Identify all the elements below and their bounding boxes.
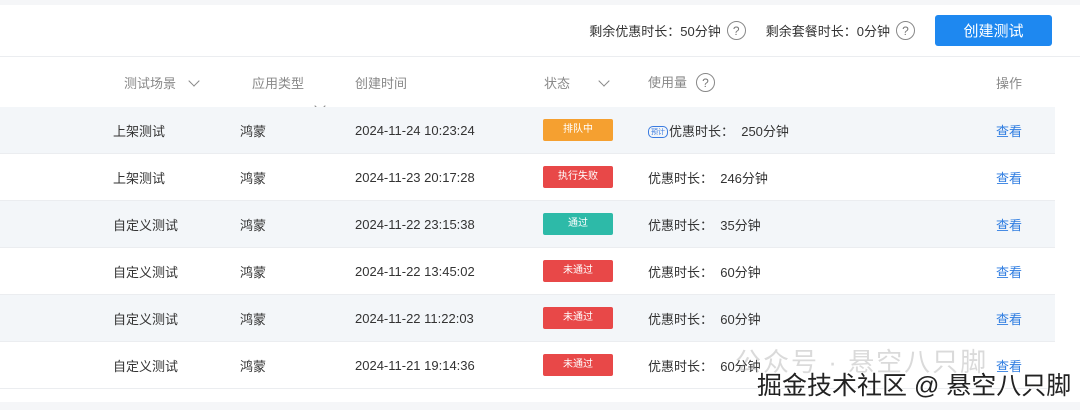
usage-cell: 预计 优惠时长： 250分钟 <box>648 121 789 140</box>
usage-text: 优惠时长： 250分钟 <box>669 123 789 139</box>
type-cell: 鸿蒙 <box>240 170 267 186</box>
view-link[interactable]: 查看 <box>996 121 1022 140</box>
juejin-watermark: 掘金技术社区 @ 悬空八只脚 <box>757 372 1072 400</box>
status-badge: 执行失败 <box>543 166 613 188</box>
column-usage: 使用量? <box>648 72 716 93</box>
type-cell: 鸿蒙 <box>240 123 267 139</box>
type-cell: 鸿蒙 <box>240 311 267 327</box>
scene-cell: 自定义测试 <box>113 264 179 280</box>
usage-cell: 优惠时长： 35分钟 <box>648 215 761 234</box>
table-row: 上架测试 鸿蒙 2024-11-24 10:23:24 排队中 预计 优惠时长： … <box>0 107 1055 154</box>
usage-text: 优惠时长： 60分钟 <box>648 311 761 327</box>
status-badge: 未通过 <box>543 307 613 329</box>
type-cell: 鸿蒙 <box>240 217 267 233</box>
view-link[interactable]: 查看 <box>996 168 1022 187</box>
time-cell: 2024-11-22 11:22:03 <box>355 310 474 326</box>
scene-cell: 自定义测试 <box>113 311 179 327</box>
chevron-down-icon <box>598 74 610 87</box>
top-bar: 剩余优惠时长：50分钟? 剩余套餐时长：0分钟? 创建测试 <box>0 5 1080 57</box>
help-icon[interactable]: ? <box>726 21 746 40</box>
column-status-filter[interactable]: 状态 <box>544 73 610 92</box>
column-action-label: 操作 <box>996 75 1023 91</box>
type-cell: 鸿蒙 <box>240 264 267 280</box>
view-link[interactable]: 查看 <box>996 215 1022 234</box>
view-link[interactable]: 查看 <box>996 309 1022 328</box>
column-scene-filter[interactable]: 测试场景 <box>124 73 200 92</box>
estimate-tag: 预计 <box>648 125 668 138</box>
time-cell: 2024-11-24 10:23:24 <box>355 122 475 138</box>
chevron-down-icon <box>188 74 200 87</box>
usage-cell: 优惠时长： 60分钟 <box>648 262 761 281</box>
scene-cell: 上架测试 <box>113 170 166 186</box>
create-test-button[interactable]: 创建测试 <box>935 15 1052 46</box>
time-cell: 2024-11-22 13:45:02 <box>355 263 475 279</box>
time-cell: 2024-11-23 20:17:28 <box>355 169 475 185</box>
status-badge: 未通过 <box>543 260 613 282</box>
view-link[interactable]: 查看 <box>996 262 1022 281</box>
column-status-label: 状态 <box>544 75 571 91</box>
usage-text: 优惠时长： 60分钟 <box>648 264 761 280</box>
status-badge: 未通过 <box>543 354 613 376</box>
table-row: 自定义测试 鸿蒙 2024-11-22 23:15:38 通过 优惠时长： 35… <box>0 201 1055 248</box>
usage-cell: 优惠时长： 246分钟 <box>648 168 768 187</box>
time-cell: 2024-11-22 23:15:38 <box>355 216 475 232</box>
usage-text: 优惠时长： 246分钟 <box>648 170 768 186</box>
package-quota-text: 剩余套餐时长：0分钟 <box>765 24 890 39</box>
scene-cell: 自定义测试 <box>113 217 179 233</box>
promo-quota-text: 剩余优惠时长：50分钟 <box>589 24 721 39</box>
column-usage-label: 使用量 <box>648 74 688 90</box>
scene-cell: 上架测试 <box>113 123 166 139</box>
table-row: 自定义测试 鸿蒙 2024-11-22 11:22:03 未通过 优惠时长： 6… <box>0 295 1055 342</box>
table-row: 上架测试 鸿蒙 2024-11-23 20:17:28 执行失败 优惠时长： 2… <box>0 154 1055 201</box>
table-row: 自定义测试 鸿蒙 2024-11-22 13:45:02 未通过 优惠时长： 6… <box>0 248 1055 295</box>
status-badge: 排队中 <box>543 119 613 141</box>
status-badge: 通过 <box>543 213 613 235</box>
help-icon[interactable]: ? <box>896 21 915 40</box>
help-icon[interactable]: ? <box>696 73 716 93</box>
scene-cell: 自定义测试 <box>113 358 179 374</box>
promo-quota: 剩余优惠时长：50分钟? <box>589 21 746 40</box>
type-cell: 鸿蒙 <box>240 358 267 374</box>
column-scene-label: 测试场景 <box>124 75 177 91</box>
table-header: 测试场景 应用类型 创建时间 状态 使用量? 操作 <box>0 57 1055 112</box>
column-created-label: 创建时间 <box>355 75 408 91</box>
package-quota: 剩余套餐时长：0分钟? <box>766 21 915 40</box>
column-type-label: 应用类型 <box>252 75 305 91</box>
time-cell: 2024-11-21 19:14:36 <box>355 357 475 373</box>
usage-text: 优惠时长： 35分钟 <box>648 217 761 233</box>
usage-cell: 优惠时长： 60分钟 <box>648 309 761 328</box>
